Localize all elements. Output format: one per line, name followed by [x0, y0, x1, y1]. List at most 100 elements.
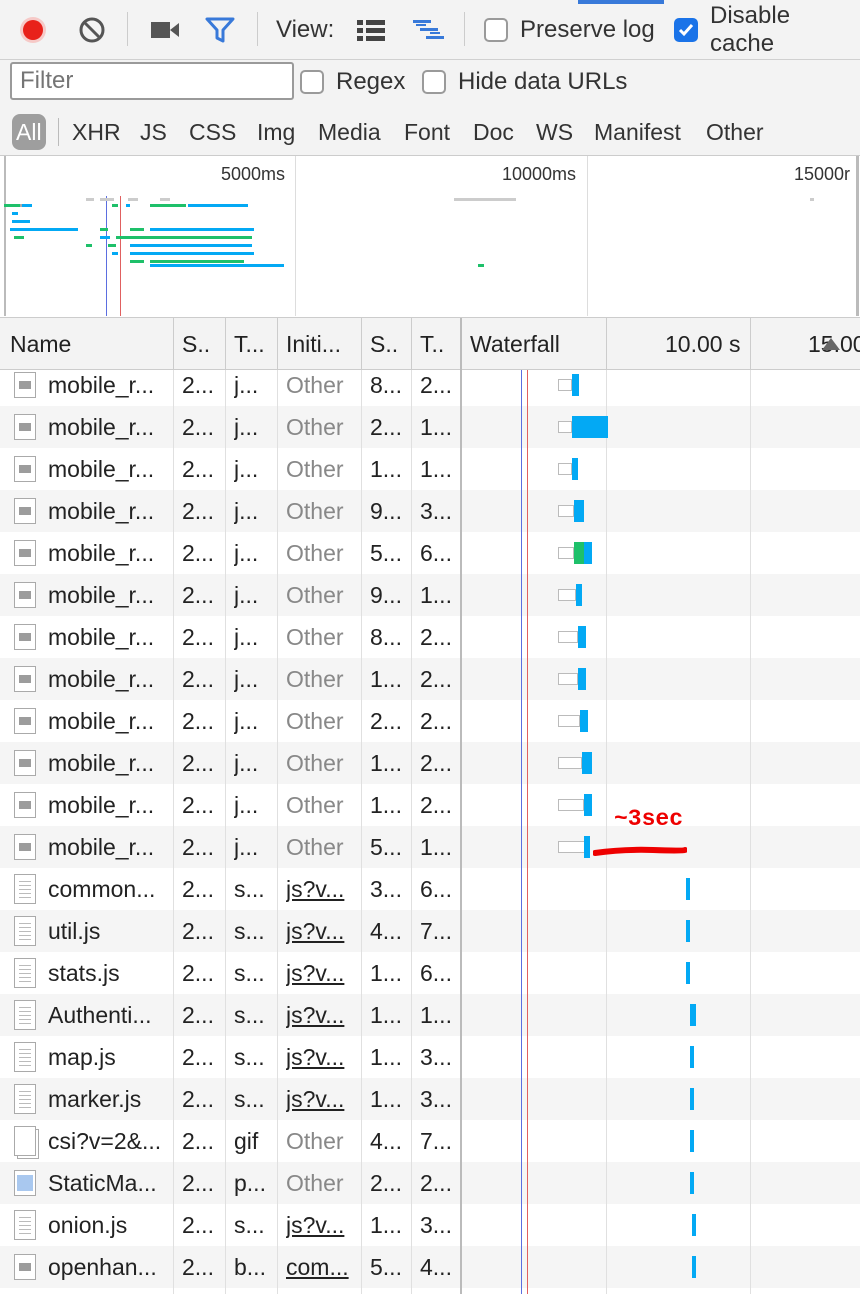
request-row[interactable]: common... 2... s... js?v... 3... 6... [0, 868, 860, 910]
request-row[interactable]: map.js 2... s... js?v... 1... 3... [0, 1036, 860, 1078]
type-font[interactable]: Font [404, 114, 450, 150]
disable-cache-checkbox[interactable]: Disable cache [674, 2, 860, 57]
request-row[interactable]: mobile_r... 2... j... Other 8... 2... [0, 616, 860, 658]
preserve-log-checkbox[interactable]: Preserve log [484, 14, 655, 46]
disable-cache-box[interactable] [674, 18, 698, 42]
request-size: 2... [370, 1170, 402, 1196]
hide-data-urls-checkbox[interactable]: Hide data URLs [422, 66, 627, 98]
request-row[interactable]: util.js 2... s... js?v... 4... 7... [0, 910, 860, 952]
request-name: mobile_r... [48, 372, 155, 398]
request-size: 8... [370, 372, 402, 398]
request-size: 1... [370, 1002, 402, 1028]
request-row[interactable]: mobile_r... 2... j... Other 1... 2... [0, 784, 860, 826]
request-size: 1... [370, 1212, 402, 1238]
request-initiator: Other [286, 1128, 344, 1154]
request-initiator[interactable]: js?v... [286, 868, 358, 910]
request-time: 1... [420, 1002, 452, 1028]
annotation-underline [593, 846, 687, 856]
overview-bar [108, 244, 116, 247]
column-size[interactable]: S.. [362, 318, 410, 370]
request-row[interactable]: mobile_r... 2... j... Other 1... 1... [0, 448, 860, 490]
request-row[interactable]: mobile_r... 2... j... Other 8... 2... [0, 370, 860, 406]
request-row[interactable]: mobile_r... 2... j... Other 5... 1... [0, 826, 860, 868]
column-name[interactable]: Name [2, 318, 172, 370]
request-initiator[interactable]: js?v... [286, 910, 358, 952]
request-size: 9... [370, 498, 402, 524]
waterfall-bar [580, 710, 588, 732]
type-manifest[interactable]: Manifest [594, 114, 681, 150]
request-type: s... [234, 960, 265, 986]
image-thumbnail-icon [14, 624, 36, 650]
request-type: j... [234, 456, 259, 482]
waterfall-queue-segment [558, 757, 582, 769]
overview-bar [4, 204, 20, 207]
overview-bar [116, 236, 252, 239]
column-initiator[interactable]: Initi... [278, 318, 360, 370]
type-js[interactable]: JS [140, 114, 167, 150]
request-initiator[interactable]: js?v... [286, 994, 358, 1036]
record-button[interactable] [18, 14, 48, 46]
image-thumbnail-icon [14, 582, 36, 608]
request-list[interactable]: mobile_r... 2... j... Other 8... 2... mobile_r… [0, 370, 860, 1294]
request-row[interactable]: mobile_r... 2... j... Other 1... 2... [0, 742, 860, 784]
request-initiator[interactable]: js?v... [286, 1036, 358, 1078]
type-doc[interactable]: Doc [473, 114, 514, 150]
request-time: 2... [420, 792, 452, 818]
waterfall-bar [572, 458, 578, 480]
column-status[interactable]: S.. [174, 318, 224, 370]
request-row[interactable]: mobile_r... 2... j... Other 2... 1... [0, 406, 860, 448]
preserve-log-box[interactable] [484, 18, 508, 42]
overview-domcontentloaded-line [106, 196, 107, 316]
filter-toggle-button[interactable] [205, 14, 235, 46]
overview-bar [86, 198, 94, 201]
request-row[interactable]: mobile_r... 2... j... Other 5... 6... [0, 532, 860, 574]
overview-button[interactable] [412, 14, 446, 46]
waterfall-queue-segment [558, 463, 572, 475]
type-ws[interactable]: WS [536, 114, 573, 150]
request-initiator[interactable]: js?v... [286, 1078, 358, 1120]
request-row[interactable]: marker.js 2... s... js?v... 1... 3... [0, 1078, 860, 1120]
large-rows-button[interactable] [356, 14, 386, 46]
regex-checkbox[interactable]: Regex [300, 66, 405, 98]
overview-bar [150, 252, 254, 255]
column-time[interactable]: T.. [412, 318, 460, 370]
request-row[interactable]: mobile_r... 2... j... Other 1... 2... [0, 658, 860, 700]
type-css[interactable]: CSS [189, 114, 236, 150]
column-type[interactable]: T... [226, 318, 276, 370]
waterfall-bar [584, 794, 592, 816]
overview-tick-15000: 15000r [794, 164, 851, 184]
column-waterfall[interactable]: Waterfall [462, 318, 606, 370]
type-media[interactable]: Media [318, 114, 381, 150]
image-thumbnail-icon [14, 792, 36, 818]
request-type: j... [234, 624, 259, 650]
sort-ascending-icon[interactable] [820, 336, 842, 352]
waterfall-queue-segment [558, 673, 578, 685]
image-thumbnail-icon [14, 540, 36, 566]
screenshot-button[interactable] [150, 14, 180, 46]
filter-input[interactable] [10, 62, 294, 100]
request-status: 2... [182, 792, 214, 818]
request-row[interactable]: onion.js 2... s... js?v... 1... 3... [0, 1204, 860, 1246]
type-img[interactable]: Img [257, 114, 295, 150]
clear-button[interactable] [78, 14, 106, 46]
request-row[interactable]: csi?v=2&... 2... gif Other 4... 7... [0, 1120, 860, 1162]
request-initiator[interactable]: js?v... [286, 1204, 358, 1246]
hide-data-urls-box[interactable] [422, 70, 446, 94]
type-other[interactable]: Other [706, 114, 764, 150]
type-all[interactable]: All [12, 114, 46, 150]
regex-box[interactable] [300, 70, 324, 94]
request-initiator[interactable]: com... [286, 1246, 358, 1288]
timeline-overview[interactable]: 5000ms 10000ms 15000r [0, 156, 860, 318]
request-row[interactable]: StaticMa... 2... p... Other 2... 2... [0, 1162, 860, 1204]
request-type: gif [234, 1128, 259, 1154]
request-row[interactable]: mobile_r... 2... j... Other 9... 1... [0, 574, 860, 616]
gif-file-icon [14, 1126, 36, 1156]
request-row[interactable]: Authenti... 2... s... js?v... 1... 1... [0, 994, 860, 1036]
type-xhr[interactable]: XHR [72, 114, 121, 150]
request-initiator[interactable]: js?v... [286, 952, 358, 994]
request-row[interactable]: stats.js 2... s... js?v... 1... 6... [0, 952, 860, 994]
request-row[interactable]: mobile_r... 2... j... Other 2... 2... [0, 700, 860, 742]
request-time: 6... [420, 960, 452, 986]
request-row[interactable]: openhan... 2... b... com... 5... 4... [0, 1246, 860, 1288]
request-row[interactable]: mobile_r... 2... j... Other 9... 3... [0, 490, 860, 532]
